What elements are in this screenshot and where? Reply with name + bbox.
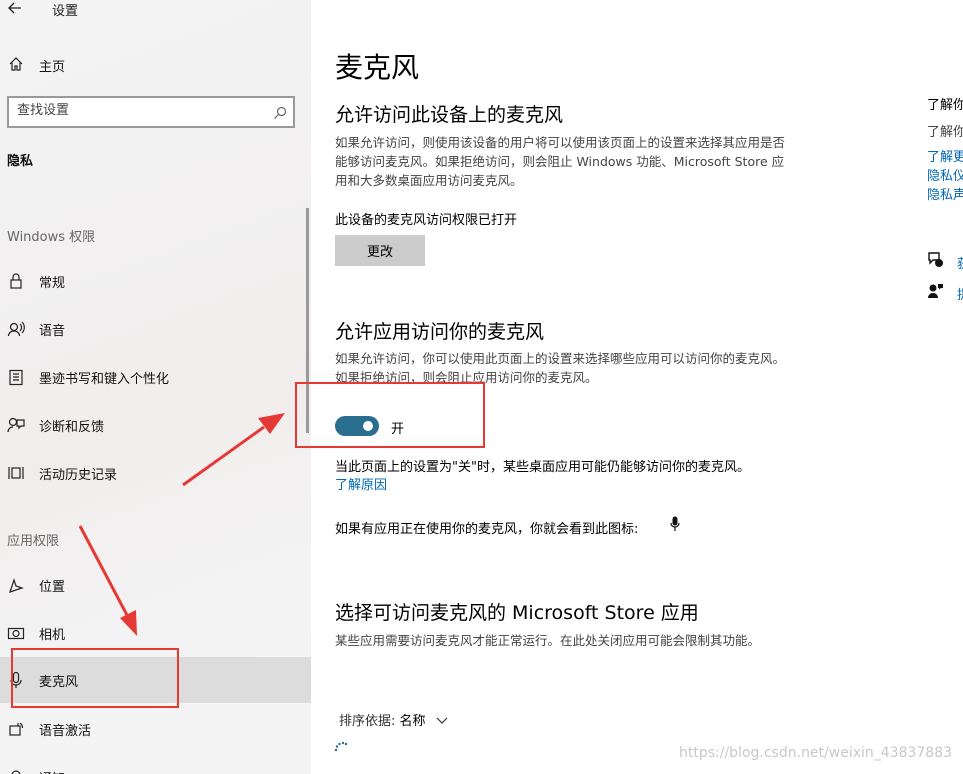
sidebar-item-activity-history[interactable]: 活动历史记录	[0, 450, 311, 496]
related-link[interactable]: 隐私声	[927, 184, 963, 203]
location-icon	[7, 576, 25, 594]
sidebar-item-speech[interactable]: 语音	[0, 306, 311, 352]
give-feedback-link[interactable]: 提	[957, 284, 963, 303]
change-button[interactable]: 更改	[335, 235, 425, 266]
sidebar-item-notifications[interactable]: 通知	[0, 754, 311, 774]
window-title: 设置	[52, 4, 79, 19]
annotation-box-microphone	[11, 648, 179, 708]
sidebar-item-label: 常规	[39, 276, 66, 291]
home-icon	[8, 56, 24, 76]
back-arrow-icon[interactable]	[8, 0, 22, 19]
timeline-icon	[7, 464, 25, 482]
device-access-status: 此设备的麦克风访问权限已打开	[335, 213, 518, 228]
sidebar-item-home[interactable]: 主页	[0, 50, 311, 80]
icon-note: 如果有应用正在使用你的麦克风，你就会看到此图标:	[335, 522, 639, 537]
sidebar-item-label: 位置	[39, 580, 66, 595]
loading-spinner-icon	[333, 738, 349, 758]
give-feedback-icon[interactable]	[927, 282, 944, 303]
camera-icon	[7, 624, 25, 642]
chevron-down-icon	[436, 714, 448, 729]
sidebar-item-location[interactable]: 位置	[0, 562, 311, 608]
store-apps-heading: 选择可访问麦克风的 Microsoft Store 应用	[335, 602, 699, 624]
app-access-heading: 允许应用访问你的麦克风	[335, 321, 545, 343]
sidebar-item-label: 墨迹书写和键入个性化	[39, 372, 170, 387]
lock-icon	[7, 272, 25, 290]
page-title: 麦克风	[335, 51, 420, 84]
sort-value: 名称	[399, 714, 426, 729]
sidebar-item-label: 语音激活	[39, 724, 92, 739]
home-label: 主页	[39, 60, 66, 75]
speech-icon	[7, 320, 25, 338]
feedback-icon	[7, 416, 25, 434]
sidebar-item-label: 活动历史记录	[39, 468, 118, 483]
sidebar-item-label: 通知	[39, 768, 65, 774]
sidebar-item-voice-activation[interactable]: 语音激活	[0, 706, 311, 752]
get-help-link[interactable]: 获	[957, 253, 963, 272]
sidebar-item-label: 相机	[39, 628, 66, 643]
related-link[interactable]: 隐私仪	[927, 165, 963, 184]
sidebar-item-general[interactable]: 常规	[0, 258, 311, 304]
search-input[interactable]	[17, 103, 267, 118]
sidebar-item-label: 语音	[39, 324, 66, 339]
clipboard-icon	[7, 368, 25, 386]
sidebar-item-inking[interactable]: 墨迹书写和键入个性化	[0, 354, 311, 400]
windows-permissions-heading: Windows 权限	[7, 230, 96, 245]
right-panel: 了解你 了解你 了解更 隐私仪 隐私声 获 提	[927, 0, 963, 774]
sort-dropdown[interactable]: 排序依据: 名称	[339, 710, 448, 729]
annotation-box-toggle	[295, 382, 485, 448]
right-panel-heading: 了解你	[927, 98, 963, 113]
sidebar-item-label: 诊断和反馈	[39, 420, 105, 435]
voice-activation-icon	[7, 720, 25, 738]
search-icon[interactable]	[273, 105, 287, 124]
sidebar-item-diagnostics[interactable]: 诊断和反馈	[0, 402, 311, 448]
get-help-icon[interactable]	[927, 251, 944, 272]
app-permissions-heading: 应用权限	[7, 534, 60, 549]
search-box[interactable]	[7, 96, 295, 128]
watermark: https://blog.csdn.net/weixin_43837883	[679, 745, 953, 761]
desktop-apps-note: 当此页面上的设置为"关"时，某些桌面应用可能仍能够访问你的麦克风。	[335, 460, 750, 475]
right-panel-subtext: 了解你	[927, 125, 963, 140]
related-link[interactable]: 了解更	[927, 146, 963, 165]
device-access-description: 如果允许访问，则使用该设备的用户将可以使用该页面上的设置来选择其应用是否能够访问…	[335, 135, 786, 188]
section-title: 隐私	[7, 154, 34, 169]
device-access-heading: 允许访问此设备上的麦克风	[335, 104, 564, 126]
store-apps-description: 某些应用需要访问麦克风才能正常运行。在此处关闭应用可能会限制其功能。	[335, 633, 761, 648]
sort-label: 排序依据:	[339, 714, 396, 729]
learn-why-link[interactable]: 了解原因	[335, 474, 387, 493]
notification-icon	[7, 768, 25, 774]
microphone-icon	[670, 516, 680, 536]
